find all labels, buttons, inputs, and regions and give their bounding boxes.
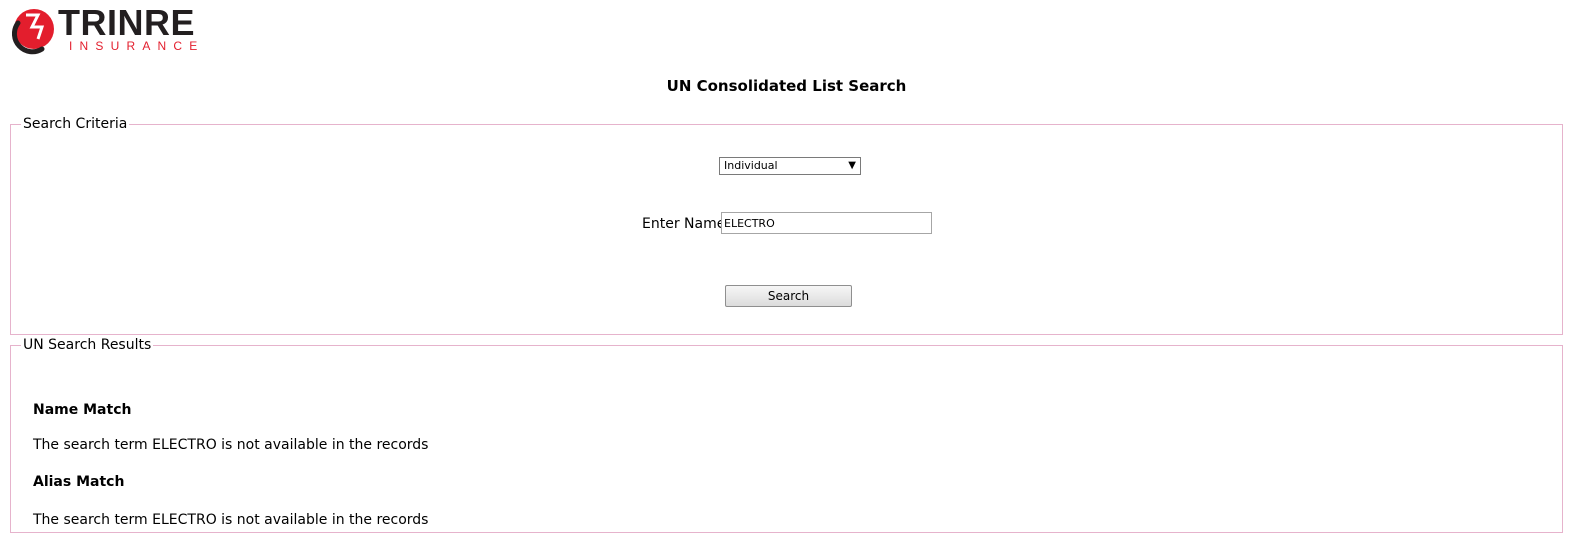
- chevron-down-icon: ▼: [848, 160, 856, 171]
- name-match-message: The search term ELECTRO is not available…: [33, 437, 429, 453]
- search-type-selected-value: Individual: [724, 159, 778, 172]
- page-title: UN Consolidated List Search: [666, 77, 907, 95]
- search-results-legend: UN Search Results: [23, 337, 152, 353]
- search-criteria-panel: Search Criteria Individual ▼ Enter Name …: [10, 116, 1563, 335]
- logo-subtext: INSURANCE: [69, 39, 205, 53]
- search-results-panel: UN Search Results Name Match The search …: [10, 337, 1563, 533]
- alias-match-message: The search term ELECTRO is not available…: [33, 512, 429, 528]
- logo-wordmark: TRINRE: [58, 2, 195, 43]
- search-criteria-legend: Search Criteria: [23, 116, 128, 132]
- search-type-select[interactable]: Individual ▼: [719, 157, 861, 175]
- name-input[interactable]: [721, 212, 932, 234]
- alias-match-heading: Alias Match: [33, 474, 125, 490]
- trinre-logo-mark-icon: [12, 9, 54, 55]
- name-match-heading: Name Match: [33, 402, 132, 418]
- company-logo: TRINRE INSURANCE: [12, 2, 205, 55]
- search-button[interactable]: Search: [725, 285, 852, 307]
- enter-name-label: Enter Name: [642, 216, 726, 232]
